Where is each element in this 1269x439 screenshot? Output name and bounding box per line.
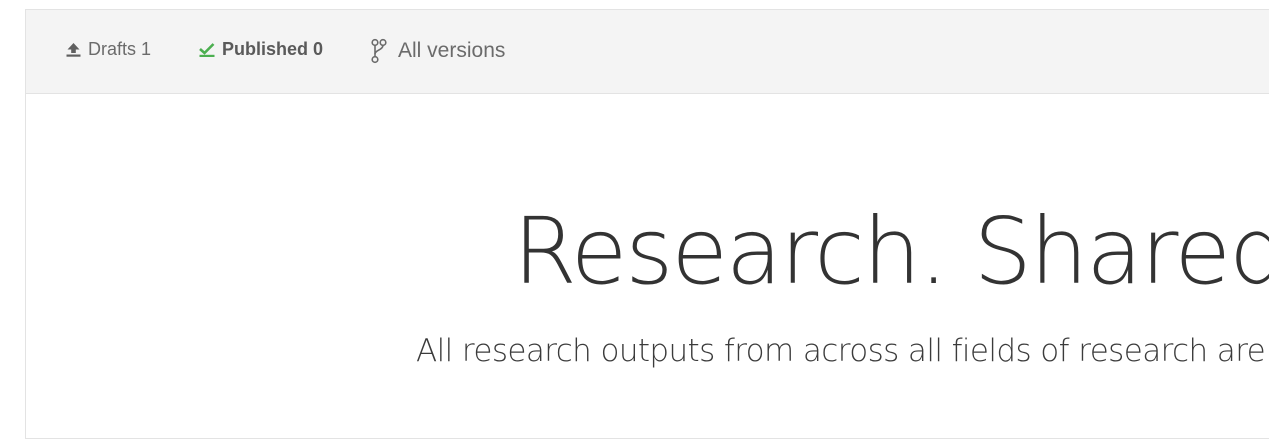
all-versions-filter[interactable]: All versions bbox=[370, 38, 505, 64]
published-count: 0 bbox=[313, 39, 324, 59]
drafts-filter[interactable]: Drafts 1 bbox=[65, 39, 151, 60]
filter-bar: Drafts 1 Published 0 All versions bbox=[26, 10, 1269, 94]
drafts-label: Drafts bbox=[88, 39, 137, 59]
hero-title: Research. Shared. bbox=[513, 198, 1269, 305]
drafts-count: 1 bbox=[141, 39, 152, 59]
check-icon bbox=[198, 42, 216, 58]
upload-icon bbox=[65, 42, 82, 58]
deposit-panel: Drafts 1 Published 0 All versions Resear… bbox=[25, 9, 1269, 439]
branch-icon bbox=[370, 38, 388, 64]
all-versions-label: All versions bbox=[398, 39, 506, 62]
published-filter[interactable]: Published 0 bbox=[198, 39, 323, 60]
published-label: Published bbox=[222, 39, 309, 59]
hero-subtitle: All research outputs from across all fie… bbox=[416, 333, 1269, 369]
